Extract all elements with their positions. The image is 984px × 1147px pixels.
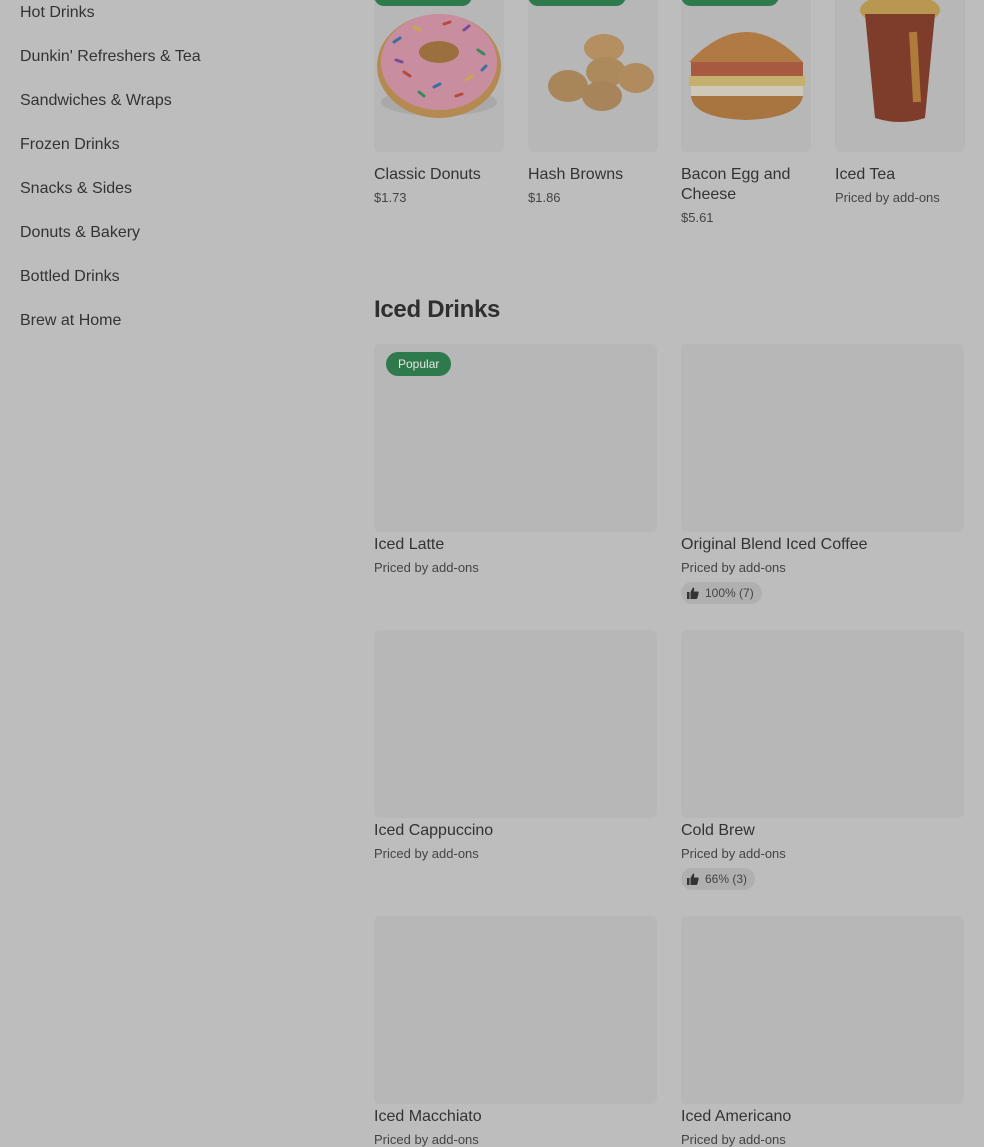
product-image-placeholder (374, 916, 657, 1104)
donut-image (377, 14, 501, 118)
product-image (528, 0, 658, 152)
product-image-placeholder (681, 916, 964, 1104)
menu-card-iced-latte[interactable]: Popular Iced Latte Priced by add-ons (374, 344, 657, 606)
sidebar-item-refreshers-tea[interactable]: Dunkin' Refreshers & Tea (20, 48, 201, 66)
menu-card-iced-macchiato[interactable]: Iced Macchiato Priced by add-ons (374, 916, 657, 1147)
product-image-placeholder (681, 630, 964, 818)
product-name: Original Blend Iced Coffee (681, 536, 868, 553)
product-price: Priced by add-ons (681, 846, 786, 861)
sidebar-item-frozen-drinks[interactable]: Frozen Drinks (20, 136, 120, 154)
rating-text: 100% (7) (705, 586, 754, 600)
product-price: Priced by add-ons (835, 190, 940, 205)
section-title-iced-drinks: Iced Drinks (374, 296, 501, 323)
product-image-placeholder (681, 344, 964, 532)
product-image (681, 0, 811, 152)
product-image (835, 0, 965, 152)
product-price: Priced by add-ons (681, 560, 786, 575)
menu-card-iced-americano[interactable]: Iced Americano Priced by add-ons (681, 916, 964, 1147)
product-name: Iced Cappuccino (374, 822, 494, 839)
sidebar-item-sandwiches-wraps[interactable]: Sandwiches & Wraps (20, 92, 172, 110)
product-name: Iced Latte (374, 536, 445, 553)
sidebar-item-bottled-drinks[interactable]: Bottled Drinks (20, 268, 120, 286)
product-name: Cold Brew (681, 822, 755, 839)
popular-badge: Popular (386, 352, 452, 376)
featured-card-bacon-egg-cheese[interactable]: Bacon Egg and Cheese $5.61 (681, 0, 811, 230)
product-image (374, 0, 504, 152)
product-price: $1.86 (528, 190, 561, 205)
menu-card-cold-brew[interactable]: Cold Brew Priced by add-ons 66% (3) (681, 630, 964, 892)
product-image-placeholder (374, 630, 657, 818)
product-name: Iced Tea (835, 166, 896, 183)
product-price: Priced by add-ons (374, 846, 479, 861)
iced-tea-image (860, 0, 940, 122)
menu-card-iced-cappuccino[interactable]: Iced Cappuccino Priced by add-ons (374, 630, 657, 892)
product-name: Iced Americano (681, 1108, 792, 1125)
sidebar-item-brew-at-home[interactable]: Brew at Home (20, 312, 121, 330)
featured-card-iced-tea[interactable]: Iced Tea Priced by add-ons (835, 0, 965, 230)
popular-tab (681, 0, 779, 6)
product-name: Hash Browns (528, 166, 624, 183)
product-price: $5.61 (681, 210, 714, 225)
product-name: Iced Macchiato (374, 1108, 482, 1125)
product-name: Bacon Egg and Cheese (681, 166, 791, 203)
hash-browns-image (548, 34, 654, 111)
sidebar-item-donuts-bakery[interactable]: Donuts & Bakery (20, 224, 140, 242)
product-name: Classic Donuts (374, 166, 481, 183)
rating-badge: 100% (7) (681, 582, 762, 604)
product-price: $1.73 (374, 190, 407, 205)
rating-badge: 66% (3) (681, 868, 756, 890)
menu-card-original-blend-iced-coffee[interactable]: Original Blend Iced Coffee Priced by add… (681, 344, 964, 606)
featured-card-hash-browns[interactable]: Hash Browns $1.86 (528, 0, 658, 230)
product-price: Priced by add-ons (374, 560, 479, 575)
rating-text: 66% (3) (705, 872, 748, 886)
featured-card-classic-donuts[interactable]: Classic Donuts $1.73 (374, 0, 504, 230)
product-price: Priced by add-ons (681, 1132, 786, 1147)
sidebar-item-snacks-sides[interactable]: Snacks & Sides (20, 180, 132, 198)
bagel-sandwich-image (689, 32, 805, 120)
sidebar-item-hot-drinks[interactable]: Hot Drinks (20, 4, 95, 22)
popular-tab (528, 0, 626, 6)
product-price: Priced by add-ons (374, 1132, 479, 1147)
thumbs-up-icon (687, 587, 699, 599)
thumbs-up-icon (687, 873, 699, 885)
popular-tab (374, 0, 472, 6)
